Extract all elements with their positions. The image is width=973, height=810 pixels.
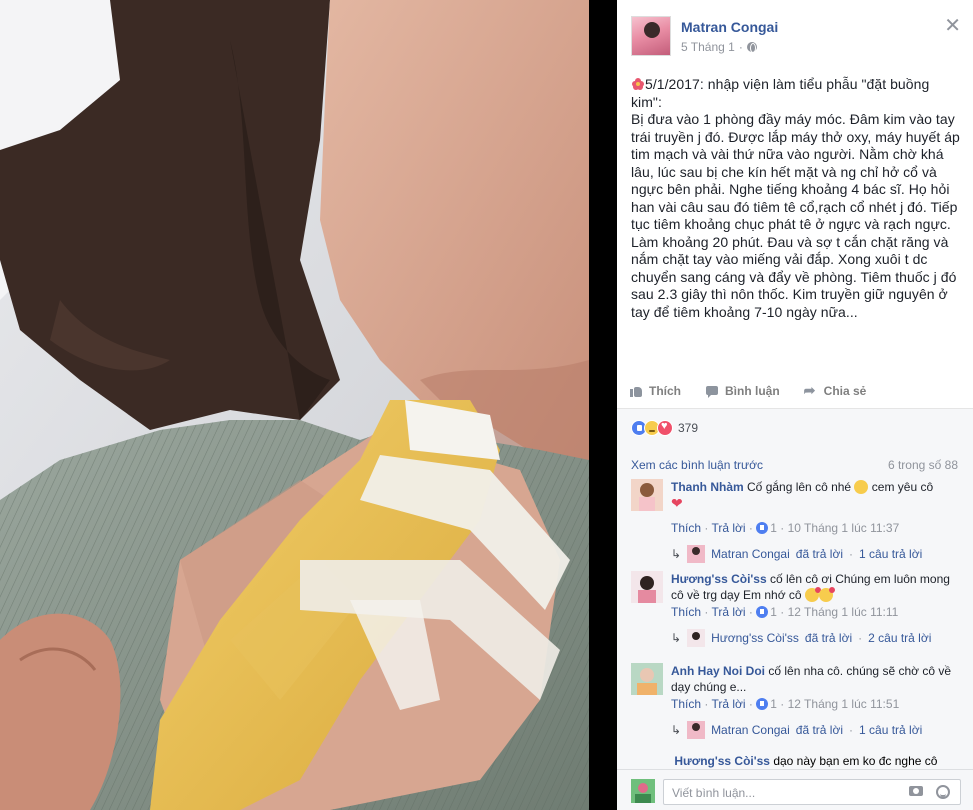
separator-dot: · <box>849 723 854 737</box>
comment-composer: Viết bình luận... <box>617 769 973 810</box>
comment-links: Thích · Trả lời · 1 · 12 Tháng 1 lúc 11:… <box>671 697 900 711</box>
commenter-name[interactable]: Hương'ss Còi'ss <box>671 572 767 586</box>
reaction-count: 379 <box>678 421 699 435</box>
globe-icon[interactable] <box>746 42 757 53</box>
commenter-avatar[interactable] <box>631 479 663 511</box>
emoji-icon[interactable] <box>936 785 950 799</box>
comment-body: Hương'ss Còi'ss cố lên cô ơi Chúng em lu… <box>671 571 961 603</box>
comment-text-after: cem yêu cô <box>871 480 934 494</box>
comment-links: Thích · Trả lời · 1 · 12 Tháng 1 lúc 11:… <box>671 605 899 619</box>
post-author[interactable]: Matran Congai <box>681 19 778 35</box>
post-text-intro: 5/1/2017: nhập viện làm tiểu phẫu "đặt b… <box>631 76 934 110</box>
comment-like-count[interactable]: 1 <box>770 697 777 711</box>
commenter-avatar[interactable] <box>631 571 663 603</box>
separator-dot: · <box>858 631 863 645</box>
kiss-emoji-icon <box>804 587 821 602</box>
comment-like-count[interactable]: 1 <box>770 521 777 535</box>
post-header: Matran Congai 5 Tháng 1 · ✕ <box>631 16 961 60</box>
reply-count: 1 câu trả lời <box>859 723 923 737</box>
share-button[interactable]: Chia sẻ <box>804 382 867 399</box>
like-badge-icon <box>756 698 769 710</box>
like-icon <box>629 384 643 398</box>
comment-reply-link[interactable]: Trả lời <box>711 697 745 711</box>
reply-summary[interactable]: ↳ Matran Congai đã trả lời · 1 câu trả l… <box>671 545 922 563</box>
reply-summary[interactable]: ↳ Matran Congai đã trả lời · 1 câu trả l… <box>671 721 922 739</box>
post-text-body: Bị đưa vào 1 phòng đầy máy móc. Đâm kim … <box>631 111 964 320</box>
reply-author: Matran Congai <box>711 547 790 561</box>
comment-input-placeholder: Viết bình luận... <box>672 786 756 800</box>
reply-count: 2 câu trả lời <box>868 631 932 645</box>
comment-time[interactable]: 12 Tháng 1 lúc 11:11 <box>788 605 899 619</box>
comment-reply-link[interactable]: Trả lời <box>711 605 745 619</box>
kiss-emoji-icon <box>818 587 835 602</box>
my-avatar <box>631 779 655 803</box>
comment-like-link[interactable]: Thích <box>671 521 701 535</box>
photo-illustration <box>0 0 589 810</box>
reply-arrow-icon: ↳ <box>671 723 682 737</box>
commenter-name[interactable]: Anh Hay Noi Doi <box>671 664 765 678</box>
reactions-summary[interactable]: 379 <box>631 419 698 437</box>
reply-avatar <box>687 629 706 647</box>
reply-author: Hương'ss Còi'ss <box>711 631 799 645</box>
reply-arrow-icon: ↳ <box>671 631 682 645</box>
comment-label: Bình luận <box>725 384 780 398</box>
worried-emoji-icon <box>854 480 869 494</box>
reply-author: Matran Congai <box>711 723 790 737</box>
post-meta: 5 Tháng 1 · <box>681 40 757 54</box>
comments-count: 6 trong số 88 <box>887 458 958 472</box>
post-date[interactable]: 5 Tháng 1 <box>681 40 735 54</box>
comment-like-count[interactable]: 1 <box>770 605 777 619</box>
reply-avatar <box>687 721 706 739</box>
separator-dot: · <box>738 40 743 54</box>
comment-button[interactable]: Bình luận <box>705 384 780 398</box>
comment-time[interactable]: 12 Tháng 1 lúc 11:51 <box>788 697 900 711</box>
view-previous-comments-link[interactable]: Xem các bình luận trước <box>631 458 763 472</box>
like-label: Thích <box>649 384 681 398</box>
share-icon <box>804 382 818 399</box>
flower-icon <box>632 78 644 90</box>
reply-action: đã trả lời <box>804 631 853 645</box>
comment-time[interactable]: 10 Tháng 1 lúc 11:37 <box>788 521 900 535</box>
post-actions: Thích Bình luận Chia sẻ <box>629 380 961 402</box>
comment-links: Thích · Trả lời · 1 · 10 Tháng 1 lúc 11:… <box>671 521 900 535</box>
comment-input[interactable]: Viết bình luận... <box>663 779 961 805</box>
comment-like-link[interactable]: Thích <box>671 697 701 711</box>
comment-like-link[interactable]: Thích <box>671 605 701 619</box>
reply-arrow-icon: ↳ <box>671 547 682 561</box>
post-panel: Matran Congai 5 Tháng 1 · ✕ 5/1/2017: nh… <box>617 0 973 810</box>
reply-count: 1 câu trả lời <box>859 547 923 561</box>
comment-icon <box>705 384 719 398</box>
separator-dot: · <box>849 547 854 561</box>
comments-area: 379 Xem các bình luận trước 6 trong số 8… <box>617 408 973 810</box>
comment-text: Cố gắng lên cô nhé <box>747 480 852 494</box>
camera-icon[interactable] <box>909 786 923 796</box>
reply-avatar <box>687 545 706 563</box>
post-photo[interactable] <box>0 0 589 810</box>
share-label: Chia sẻ <box>823 384 867 398</box>
commenter-name[interactable]: Thanh Nhàm <box>671 480 744 494</box>
reply-summary[interactable]: ↳ Hương'ss Còi'ss đã trả lời · 2 câu trả… <box>671 629 931 647</box>
like-badge-icon <box>756 606 769 618</box>
reply-action: đã trả lời <box>795 547 844 561</box>
post-text: 5/1/2017: nhập viện làm tiểu phẫu "đặt b… <box>631 76 961 321</box>
commenter-name[interactable]: Hương'ss Còi'ss <box>674 754 770 768</box>
comment-item-partial: Hương'ss Còi'ss dạo này bạn em ko đc ngh… <box>631 754 961 768</box>
close-icon[interactable]: ✕ <box>944 16 961 36</box>
author-avatar[interactable] <box>631 16 671 56</box>
comment-body: Thanh Nhàm Cố gắng lên cô nhé cem yêu cô… <box>671 479 961 512</box>
heart-emoji-icon: ❤ <box>671 495 683 511</box>
love-reaction-icon <box>657 420 673 436</box>
comment-body: Anh Hay Noi Doi cố lên nha cô. chúng sẽ … <box>671 663 961 695</box>
like-badge-icon <box>756 522 769 534</box>
reply-action: đã trả lời <box>795 723 844 737</box>
commenter-avatar[interactable] <box>631 663 663 695</box>
comment-text: dạo này bạn em ko đc nghe cô <box>773 754 938 768</box>
like-button[interactable]: Thích <box>629 384 681 398</box>
comment-reply-link[interactable]: Trả lời <box>711 521 745 535</box>
